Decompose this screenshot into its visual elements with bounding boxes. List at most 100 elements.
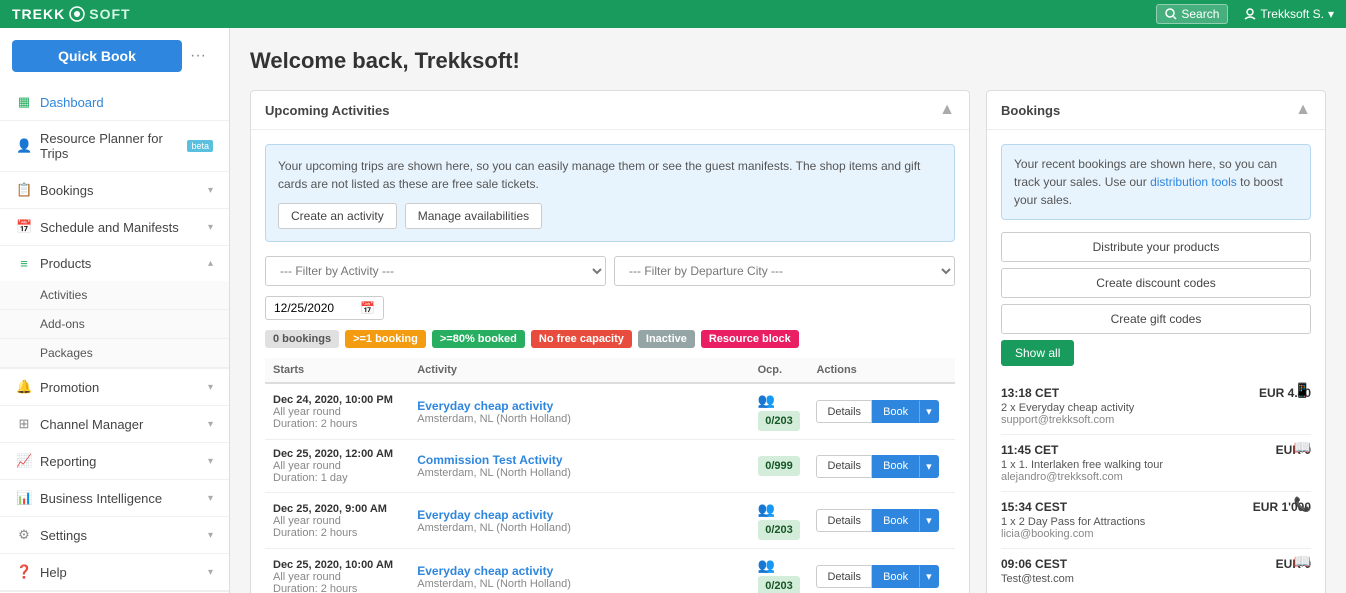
booking-desc: 1 x 2 Day Pass for Attractions	[1001, 516, 1145, 528]
create-discount-button[interactable]: Create discount codes	[1001, 268, 1311, 298]
legend-80-booked: >=80% booked	[432, 330, 525, 348]
bi-icon: 📊	[16, 490, 32, 506]
cell-actions: Details Book ▾	[808, 549, 955, 593]
activity-name-link[interactable]: Everyday cheap activity	[417, 564, 553, 578]
filters-row: --- Filter by Activity --- --- Filter by…	[265, 256, 955, 286]
distribute-products-button[interactable]: Distribute your products	[1001, 232, 1311, 262]
sidebar-sub-activities[interactable]: Activities	[0, 281, 229, 310]
booking-item-top: 15:34 CEST EUR 1'000	[1001, 500, 1311, 514]
legend-no-capacity: No free capacity	[531, 330, 632, 348]
bookings-arrow: ▾	[208, 185, 213, 196]
row-recurrence: All year round	[273, 406, 401, 418]
action-group: Details Book ▾	[816, 509, 947, 532]
book-button[interactable]: Book	[872, 565, 919, 588]
occ-value: 0/999	[758, 456, 801, 476]
quickbook-more-button[interactable]: ···	[190, 47, 206, 65]
booking-item-top: 09:06 CEST EUR 0	[1001, 557, 1311, 571]
sidebar-item-dashboard[interactable]: ▦ Dashboard	[0, 84, 229, 121]
activity-name-link[interactable]: Everyday cheap activity	[417, 399, 553, 413]
book-button[interactable]: Book	[872, 509, 919, 532]
table-row: Dec 24, 2020, 10:00 PM All year round Du…	[265, 383, 955, 440]
upcoming-collapse-btn[interactable]: ▲	[939, 101, 955, 119]
products-arrow: ▴	[208, 258, 213, 269]
action-group: Details Book ▾	[816, 400, 947, 423]
book-button[interactable]: Book	[872, 400, 919, 423]
booking-email: support@trekksoft.com	[1001, 414, 1134, 426]
user-name-label: Trekksoft S.	[1260, 7, 1324, 21]
filter-city-select[interactable]: --- Filter by Departure City ---	[614, 256, 955, 286]
promotion-arrow: ▾	[208, 382, 213, 393]
book-dropdown-arrow[interactable]: ▾	[919, 400, 939, 423]
show-all-button[interactable]: Show all	[1001, 340, 1074, 366]
booking-time: 11:45 CET	[1001, 443, 1058, 457]
user-menu[interactable]: Trekksoft S. ▾	[1244, 7, 1334, 21]
create-gift-button[interactable]: Create gift codes	[1001, 304, 1311, 334]
booking-item: 09:06 CEST EUR 0 Test@test.com 📖	[1001, 549, 1311, 593]
book-dropdown-arrow[interactable]: ▾	[919, 565, 939, 588]
main-content: Welcome back, Trekksoft! Upcoming Activi…	[230, 28, 1346, 593]
activity-location: Amsterdam, NL (North Holland)	[417, 413, 741, 425]
manage-availabilities-button[interactable]: Manage availabilities	[405, 203, 542, 229]
logo-trekk: TREKK	[12, 6, 65, 22]
recent-bookings-list: 13:18 CET EUR 4.40 2 x Everyday cheap ac…	[1001, 378, 1311, 593]
date-input-wrap[interactable]: 📅	[265, 296, 384, 320]
sidebar-item-settings[interactable]: ⚙ Settings ▾	[0, 517, 229, 554]
upcoming-panel-title: Upcoming Activities	[265, 103, 389, 118]
booking-desc: 1 x 1. Interlaken free walking tour	[1001, 459, 1163, 471]
details-button[interactable]: Details	[816, 509, 872, 532]
sidebar-item-promotion[interactable]: 🔔 Promotion ▾	[0, 369, 229, 406]
search-box[interactable]: Search	[1156, 4, 1228, 24]
cell-occ: 👥 0/203	[750, 383, 809, 440]
details-button[interactable]: Details	[816, 400, 872, 423]
date-row: 📅	[265, 296, 955, 320]
booking-item-top: 11:45 CET EUR 0	[1001, 443, 1311, 457]
sidebar-item-products[interactable]: ≡ Products ▴ Activities Add-ons Packages	[0, 246, 229, 369]
book-dropdown-arrow[interactable]: ▾	[919, 509, 939, 532]
calendar-icon[interactable]: 📅	[360, 301, 375, 315]
activity-location: Amsterdam, NL (North Holland)	[417, 578, 741, 590]
logo-soft: SOFT	[89, 6, 130, 22]
panel-left: Upcoming Activities ▲ Your upcoming trip…	[250, 90, 970, 593]
row-date: Dec 25, 2020, 9:00 AM	[273, 503, 401, 515]
details-button[interactable]: Details	[816, 565, 872, 588]
settings-arrow: ▾	[208, 530, 213, 541]
sidebar-item-reporting[interactable]: 📈 Reporting ▾	[0, 443, 229, 480]
activity-name-link[interactable]: Everyday cheap activity	[417, 508, 553, 522]
booking-item: 13:18 CET EUR 4.40 2 x Everyday cheap ac…	[1001, 378, 1311, 435]
sidebar-item-bookings[interactable]: 📋 Bookings ▾	[0, 172, 229, 209]
bi-arrow: ▾	[208, 493, 213, 504]
sidebar-item-channel-manager[interactable]: ⊞ Channel Manager ▾	[0, 406, 229, 443]
sidebar-sub-packages[interactable]: Packages	[0, 339, 229, 368]
top-nav-right: Search Trekksoft S. ▾	[1156, 4, 1334, 24]
book-dropdown-arrow[interactable]: ▾	[919, 455, 939, 478]
table-header-row: Starts Activity Ocp. Actions	[265, 358, 955, 383]
date-input[interactable]	[274, 301, 354, 315]
sidebar-label-products: Products	[40, 256, 91, 271]
legend-resource-block: Resource block	[701, 330, 799, 348]
logo-icon	[69, 6, 85, 22]
cell-actions: Details Book ▾	[808, 493, 955, 549]
beta-badge: beta	[187, 140, 213, 152]
quickbook-button[interactable]: Quick Book	[12, 40, 182, 72]
bookings-icon: 📋	[16, 182, 32, 198]
distribution-tools-link[interactable]: distribution tools	[1150, 175, 1237, 189]
create-activity-button[interactable]: Create an activity	[278, 203, 397, 229]
products-submenu: Activities Add-ons Packages	[0, 281, 229, 368]
sidebar-item-schedule[interactable]: 📅 Schedule and Manifests ▾	[0, 209, 229, 246]
filter-activity-select[interactable]: --- Filter by Activity ---	[265, 256, 606, 286]
booking-item: 11:45 CET EUR 0 1 x 1. Interlaken free w…	[1001, 435, 1311, 492]
sidebar-item-help[interactable]: ❓ Help ▾	[0, 554, 229, 591]
cell-starts: Dec 24, 2020, 10:00 PM All year round Du…	[265, 383, 409, 440]
activity-name-link[interactable]: Commission Test Activity	[417, 453, 562, 467]
booking-time: 09:06 CEST	[1001, 557, 1067, 571]
user-icon	[1244, 8, 1256, 20]
sidebar-sub-addons[interactable]: Add-ons	[0, 310, 229, 339]
bookings-collapse-btn[interactable]: ▲	[1295, 101, 1311, 119]
row-recurrence: All year round	[273, 460, 401, 472]
bookings-panel-body: Your recent bookings are shown here, so …	[987, 130, 1325, 593]
details-button[interactable]: Details	[816, 455, 872, 478]
search-icon	[1165, 8, 1177, 20]
sidebar-item-resource-planner[interactable]: 👤 Resource Planner for Trips beta	[0, 121, 229, 172]
sidebar-item-business-intelligence[interactable]: 📊 Business Intelligence ▾	[0, 480, 229, 517]
book-button[interactable]: Book	[872, 455, 919, 478]
